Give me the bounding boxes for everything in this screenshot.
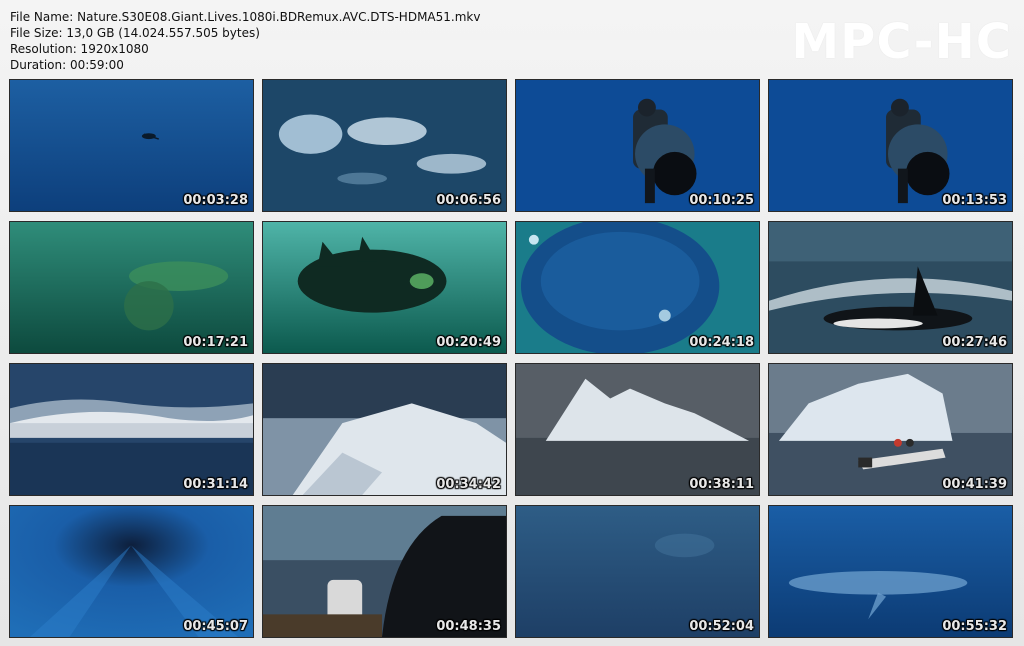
scene-image (10, 506, 253, 637)
timestamp: 00:24:18 (689, 335, 754, 350)
scene-image (769, 364, 1012, 495)
mpc-hc-logo: MPC-HC (791, 14, 1012, 70)
scene-image (263, 222, 506, 353)
timestamp: 00:20:49 (436, 335, 501, 350)
timestamp: 00:13:53 (942, 193, 1007, 208)
scene-image (263, 506, 506, 637)
scene-image (516, 364, 759, 495)
scene-image (769, 80, 1012, 211)
thumbnail-16[interactable]: 00:55:32 (768, 505, 1013, 638)
timestamp: 00:41:39 (942, 477, 1007, 492)
thumbnail-3[interactable]: 00:10:25 (515, 79, 760, 212)
thumbnail-1[interactable]: 00:03:28 (9, 79, 254, 212)
thumbnail-6[interactable]: 00:20:49 (262, 221, 507, 354)
scene-image (10, 222, 253, 353)
file-name: File Name: Nature.S30E08.Giant.Lives.108… (10, 10, 481, 24)
thumbnail-14[interactable]: 00:48:35 (262, 505, 507, 638)
scene-image (769, 506, 1012, 637)
duration: Duration: 00:59:00 (10, 58, 124, 72)
timestamp: 00:48:35 (436, 619, 501, 634)
thumbnail-4[interactable]: 00:13:53 (768, 79, 1013, 212)
thumbnail-9[interactable]: 00:31:14 (9, 363, 254, 496)
scene-image (10, 364, 253, 495)
timestamp: 00:38:11 (689, 477, 754, 492)
timestamp: 00:55:32 (942, 619, 1007, 634)
scene-image (10, 80, 253, 211)
thumbnail-2[interactable]: 00:06:56 (262, 79, 507, 212)
timestamp: 00:52:04 (689, 619, 754, 634)
resolution: Resolution: 1920x1080 (10, 42, 149, 56)
timestamp: 00:31:14 (183, 477, 248, 492)
scene-image (516, 222, 759, 353)
timestamp: 00:03:28 (183, 193, 248, 208)
scene-image (263, 80, 506, 211)
thumbnail-5[interactable]: 00:17:21 (9, 221, 254, 354)
thumbnail-12[interactable]: 00:41:39 (768, 363, 1013, 496)
timestamp: 00:27:46 (942, 335, 1007, 350)
timestamp: 00:45:07 (183, 619, 248, 634)
scene-image (769, 222, 1012, 353)
file-info: File Name: Nature.S30E08.Giant.Lives.108… (10, 9, 480, 73)
timestamp: 00:17:21 (183, 335, 248, 350)
thumbnail-13[interactable]: 00:45:07 (9, 505, 254, 638)
thumbnail-8[interactable]: 00:27:46 (768, 221, 1013, 354)
timestamp: 00:34:42 (436, 477, 501, 492)
scene-image (516, 80, 759, 211)
scene-image (516, 506, 759, 637)
thumbnail-10[interactable]: 00:34:42 (262, 363, 507, 496)
thumbnail-15[interactable]: 00:52:04 (515, 505, 760, 638)
thumbnail-11[interactable]: 00:38:11 (515, 363, 760, 496)
thumbnail-grid: 00:03:28 00:06:56 00:10:25 00:13:53 00:1… (9, 79, 1017, 638)
file-size: File Size: 13,0 GB (14.024.557.505 bytes… (10, 26, 260, 40)
scene-image (263, 364, 506, 495)
timestamp: 00:10:25 (689, 193, 754, 208)
thumbnail-7[interactable]: 00:24:18 (515, 221, 760, 354)
timestamp: 00:06:56 (436, 193, 501, 208)
